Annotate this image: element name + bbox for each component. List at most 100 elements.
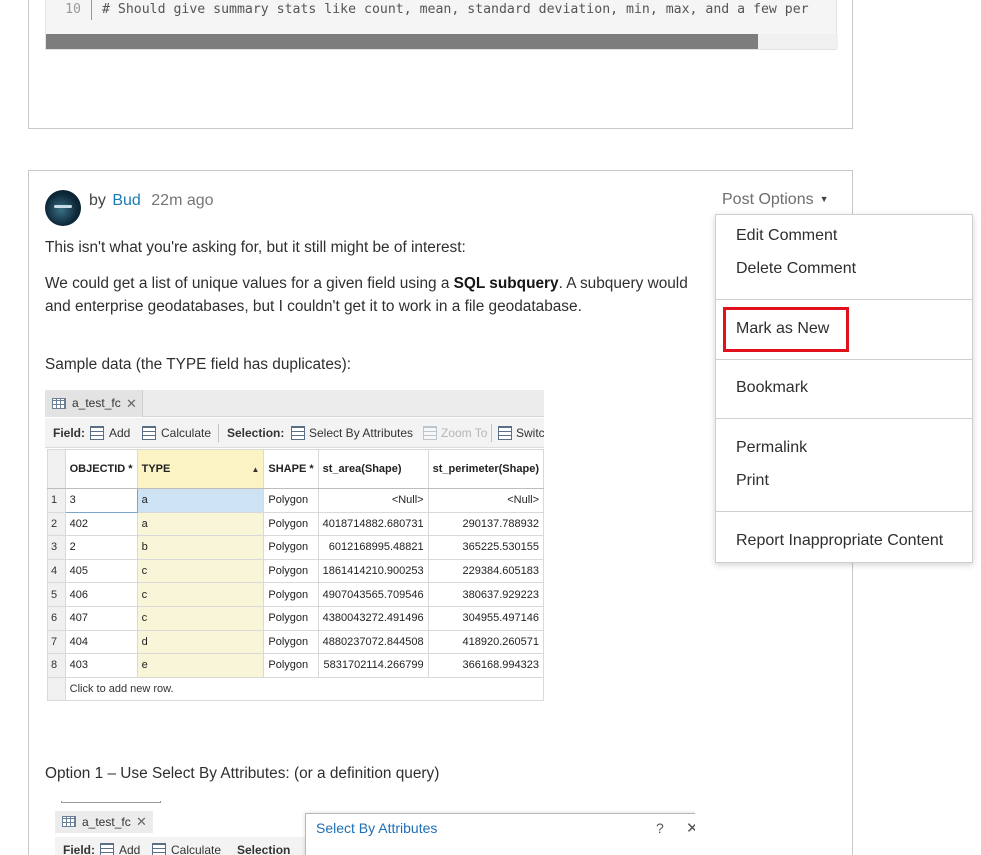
- cell-objectid[interactable]: 407: [64, 605, 138, 631]
- header-row: OBJECTID * TYPE ▲ SHAPE * st_area(Shape) …: [47, 449, 544, 489]
- cell-type[interactable]: d: [136, 629, 265, 655]
- menu-item-delete-comment[interactable]: Delete Comment: [736, 260, 856, 278]
- text-span: . A subquery would: [558, 275, 688, 292]
- table-row[interactable]: 6 407 c Polygon 4380043272.491496 304955.4971…: [47, 605, 544, 631]
- horizontal-scrollbar[interactable]: [46, 34, 838, 49]
- previous-post-card: 10 # Should give summary stats like count…: [28, 0, 853, 129]
- cell-shape[interactable]: Polygon: [263, 629, 319, 655]
- calculate-label: Calculate: [161, 426, 212, 440]
- cell-objectid[interactable]: 404: [64, 629, 138, 655]
- cell-perimeter[interactable]: 380637.929223: [427, 582, 544, 607]
- select-by-attributes-image: a_test_fc ✕ Field: Add Calculate Selecti…: [47, 801, 695, 855]
- switch-icon: [498, 426, 512, 440]
- cell-type[interactable]: c: [136, 558, 265, 584]
- row-number[interactable]: 4: [47, 558, 66, 584]
- cell-perimeter[interactable]: <Null>: [427, 488, 544, 513]
- text-span: We could get a list of unique values for…: [45, 275, 454, 292]
- cell-area[interactable]: 4018714882.680731: [317, 511, 429, 537]
- cell-area[interactable]: 4907043565.709546: [317, 582, 429, 607]
- chevron-down-icon: ▼: [819, 194, 829, 204]
- menu-item-report[interactable]: Report Inappropriate Content: [736, 532, 943, 550]
- cell-objectid[interactable]: 405: [64, 558, 138, 584]
- cell-type[interactable]: c: [136, 605, 265, 631]
- post-options-button[interactable]: Post Options ▼: [722, 191, 829, 209]
- cell-objectid[interactable]: 402: [64, 511, 138, 537]
- author-link[interactable]: Bud: [112, 192, 140, 209]
- cell-area[interactable]: 4380043272.491496: [317, 605, 429, 631]
- menu-item-print[interactable]: Print: [736, 472, 769, 490]
- cell-shape[interactable]: Polygon: [263, 582, 319, 607]
- cell-type[interactable]: a: [136, 488, 265, 513]
- menu-item-edit-comment[interactable]: Edit Comment: [736, 227, 837, 245]
- grid-body: 1 3 a Polygon <Null> <Null> 2 402 a Polygon 401871…: [47, 488, 544, 702]
- cell-perimeter[interactable]: 365225.530155: [427, 535, 544, 560]
- table-row[interactable]: 8 403 e Polygon 5831702114.266799 366168.9943…: [47, 653, 544, 678]
- table-toolbar: Field: Add Calculate Selection: Select B…: [45, 418, 544, 448]
- menu-item-bookmark[interactable]: Bookmark: [736, 379, 808, 397]
- cell-shape[interactable]: Polygon: [263, 558, 319, 584]
- code-text: # Should give summary stats like count, …: [102, 2, 809, 17]
- cell-perimeter[interactable]: 366168.994323: [427, 653, 544, 678]
- cell-shape[interactable]: Polygon: [263, 535, 319, 560]
- table-icon: [52, 398, 66, 409]
- calculate-icon: [142, 426, 156, 440]
- row-number[interactable]: 3: [47, 535, 66, 560]
- cell-shape[interactable]: Polygon: [263, 488, 319, 513]
- scrollbar-thumb[interactable]: [46, 34, 758, 49]
- selection-label: Selection: [237, 843, 291, 855]
- table-icon: [62, 816, 76, 827]
- cell-area[interactable]: 6012168995.48821: [317, 535, 429, 560]
- row-number[interactable]: 7: [47, 629, 66, 655]
- cell-shape[interactable]: Polygon: [263, 605, 319, 631]
- table-row[interactable]: 1 3 a Polygon <Null> <Null>: [47, 488, 544, 513]
- avatar[interactable]: [45, 190, 81, 226]
- by-prefix: by: [89, 192, 106, 209]
- cell-area[interactable]: <Null>: [317, 488, 429, 513]
- row-number[interactable]: 8: [47, 653, 66, 678]
- cell-type[interactable]: c: [136, 582, 265, 607]
- row-number[interactable]: 2: [47, 511, 66, 537]
- cell-perimeter[interactable]: 304955.497146: [427, 605, 544, 631]
- cell-area[interactable]: 4880237072.844508: [317, 629, 429, 655]
- row-number[interactable]: 6: [47, 605, 66, 631]
- cell-perimeter[interactable]: 418920.260571: [427, 629, 544, 655]
- cell-type[interactable]: e: [136, 653, 265, 678]
- add-row[interactable]: Click to add new row.: [47, 676, 544, 702]
- cell-objectid[interactable]: 403: [64, 653, 138, 678]
- cell-perimeter[interactable]: 229384.605183: [427, 558, 544, 584]
- toolbar-divider: [491, 424, 492, 442]
- cell-shape[interactable]: Polygon: [263, 511, 319, 537]
- menu-divider: [716, 299, 972, 300]
- table-row[interactable]: 7 404 d Polygon 4880237072.844508 418920.2605…: [47, 629, 544, 655]
- table-row[interactable]: 3 2 b Polygon 6012168995.48821 365225.530155: [47, 535, 544, 560]
- cell-objectid[interactable]: 406: [64, 582, 138, 607]
- selection-label: Selection:: [227, 426, 285, 440]
- cell-objectid[interactable]: 2: [64, 535, 138, 560]
- bold-text: SQL subquery: [453, 275, 559, 292]
- corner-cell: [47, 449, 66, 489]
- cell-objectid[interactable]: 3: [64, 488, 138, 513]
- post-paragraph: This isn't what you're asking for, but i…: [45, 239, 466, 256]
- cell-area[interactable]: 5831702114.266799: [317, 653, 429, 678]
- post-options-label: Post Options: [722, 191, 814, 208]
- column-header: SHAPE *: [263, 449, 319, 489]
- cell-type[interactable]: a: [136, 511, 265, 537]
- cell-type[interactable]: b: [136, 535, 265, 560]
- column-header: st_perimeter(Shape): [427, 449, 544, 489]
- table-row[interactable]: 2 402 a Polygon 4018714882.680731 290137.7889…: [47, 511, 544, 537]
- cell-perimeter[interactable]: 290137.788932: [427, 511, 544, 537]
- row-number[interactable]: 1: [47, 488, 66, 513]
- add-row-prompt[interactable]: Click to add new row.: [64, 676, 544, 702]
- zoom-to-label: Zoom To: [441, 426, 488, 440]
- menu-item-mark-as-new[interactable]: Mark as New: [736, 320, 829, 338]
- menu-item-permalink[interactable]: Permalink: [736, 439, 807, 457]
- table-row[interactable]: 5 406 c Polygon 4907043565.709546 380637.9292…: [47, 582, 544, 607]
- select-by-attributes-dialog: Select By Attributes ? ✕: [305, 813, 695, 855]
- row-number[interactable]: 5: [47, 582, 66, 607]
- cell-shape[interactable]: Polygon: [263, 653, 319, 678]
- post-timestamp: 22m ago: [151, 192, 214, 209]
- table-row[interactable]: 4 405 c Polygon 1861414210.900253 229384.6051…: [47, 558, 544, 584]
- add-field-icon: [90, 426, 104, 440]
- cell-area[interactable]: 1861414210.900253: [317, 558, 429, 584]
- calculate-label: Calculate: [171, 843, 222, 855]
